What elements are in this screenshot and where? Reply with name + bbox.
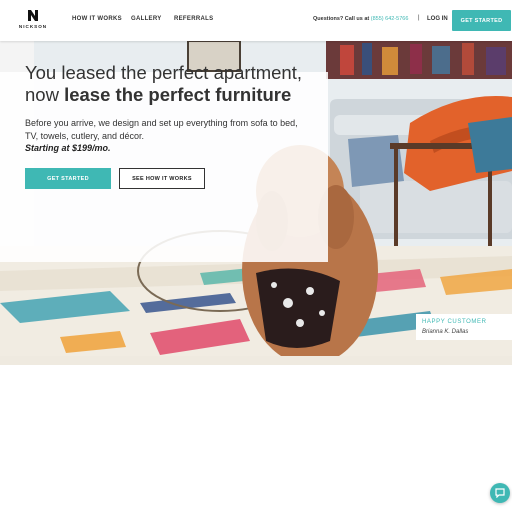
contact-prefix: Questions? Call us at [313,16,370,22]
testimonial-label: HAPPY CUSTOMER [422,319,487,325]
headline-bold: lease the perfect furniture [64,84,292,105]
header-separator: | [418,15,420,21]
chevron-right-icon[interactable] [500,317,510,337]
nav-how-it-works[interactable]: HOW IT WORKS [72,16,122,22]
hero-description: Before you arrive, we design and set up … [25,118,298,141]
hero-get-started-button[interactable]: GET STARTED [25,168,111,189]
logo-wordmark: NICKSON [18,24,48,29]
see-how-it-works-button[interactable]: SEE HOW IT WORKS [119,168,205,189]
hero-price: Starting at $199/mo. [25,143,111,153]
contact-line: Questions? Call us at (855) 642-5766 [313,16,408,22]
site-header: NICKSON HOW IT WORKS GALLERY REFERRALS Q… [0,0,512,41]
hero-headline: You leased the perfect apartment, now le… [25,62,325,106]
login-link[interactable]: LOG IN [427,16,448,22]
phone-link[interactable]: (855) 642-5766 [371,16,409,22]
nickson-logo-icon [28,10,38,21]
nickson-logo[interactable]: NICKSON [16,10,50,32]
nav-gallery[interactable]: GALLERY [131,16,162,22]
chat-icon [495,488,505,498]
testimonial-card[interactable]: HAPPY CUSTOMER Brianna K. Dallas [416,314,512,340]
header-get-started-button[interactable]: GET STARTED [452,10,511,31]
testimonial-name: Brianna K. Dallas [422,329,469,335]
nav-referrals[interactable]: REFERRALS [174,16,213,22]
chat-button[interactable] [490,483,510,503]
